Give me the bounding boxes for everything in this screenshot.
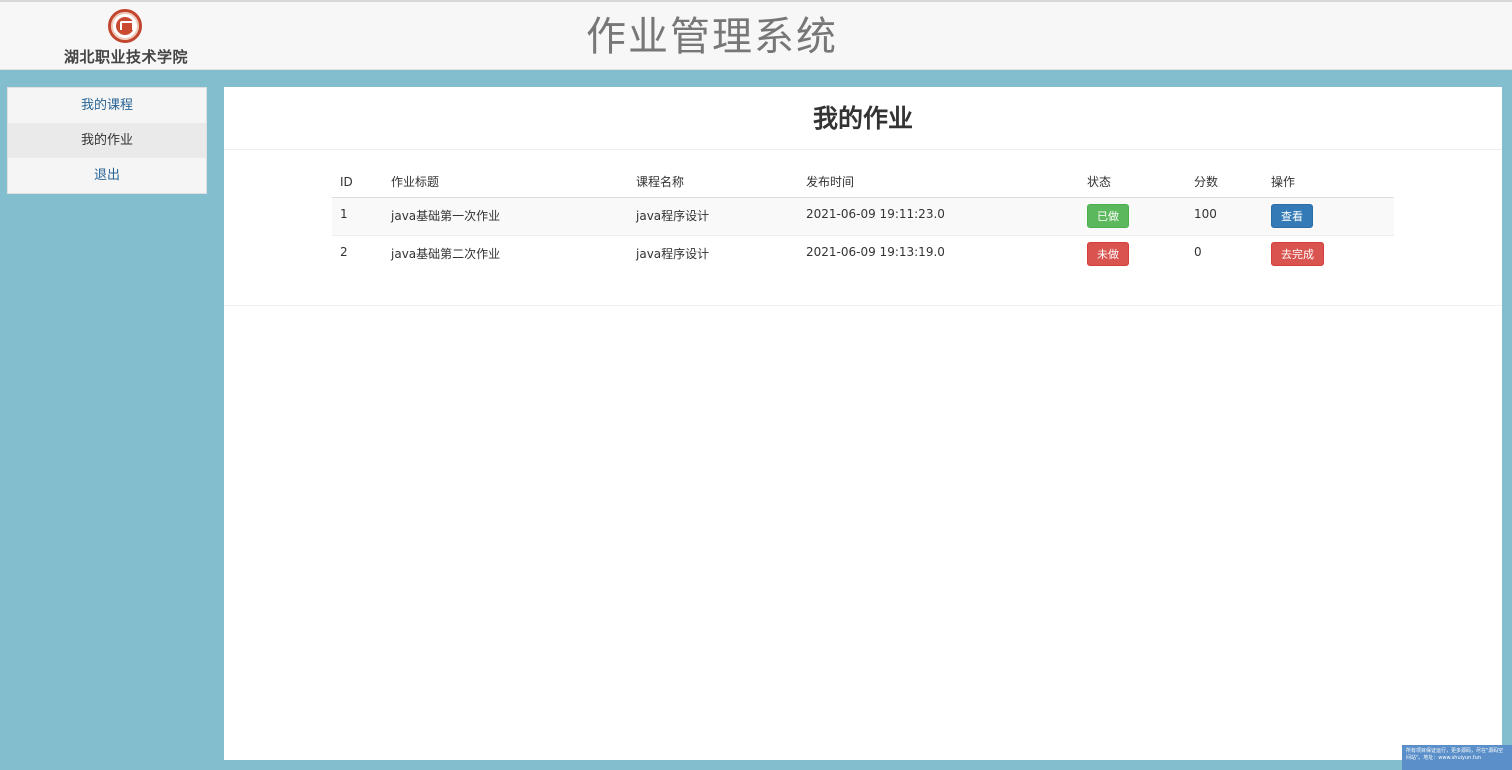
table-header-row: ID 作业标题 课程名称 发布时间 状态 分数 操作: [332, 167, 1394, 198]
app-header: 湖北职业技术学院 作业管理系统: [0, 0, 1512, 70]
column-header-score: 分数: [1186, 167, 1263, 198]
cell-action: 去完成: [1263, 234, 1394, 273]
status-badge-done[interactable]: 已做: [1087, 203, 1129, 228]
column-header-time: 发布时间: [798, 167, 1079, 198]
column-header-id: ID: [332, 167, 383, 198]
school-emblem-icon: [108, 9, 142, 43]
school-logo: 湖北职业技术学院: [62, 8, 190, 66]
page-title: 我的作业: [224, 87, 1502, 150]
sidebar-item-my-courses[interactable]: 我的课程: [8, 88, 206, 123]
column-header-course: 课程名称: [628, 167, 798, 198]
cell-course: java程序设计: [628, 234, 798, 273]
sidebar-item-my-homework[interactable]: 我的作业: [8, 123, 206, 158]
homework-table-container: ID 作业标题 课程名称 发布时间 状态 分数 操作 1 java基础第一次作业…: [332, 167, 1394, 273]
homework-table: ID 作业标题 课程名称 发布时间 状态 分数 操作 1 java基础第一次作业…: [332, 167, 1394, 273]
cell-score: 100: [1186, 196, 1263, 235]
main-panel: 我的作业 ID 作业标题 课程名称 发布时间 状态 分数 操作 1 java基础…: [224, 87, 1502, 760]
column-header-status: 状态: [1079, 167, 1186, 198]
column-header-title: 作业标题: [383, 167, 628, 198]
complete-button[interactable]: 去完成: [1271, 241, 1324, 266]
school-name: 湖北职业技术学院: [63, 48, 188, 66]
cell-status: 已做: [1079, 196, 1186, 235]
cell-status: 未做: [1079, 234, 1186, 273]
cell-id: 2: [332, 234, 383, 273]
table-row: 1 java基础第一次作业 java程序设计 2021-06-09 19:11:…: [332, 196, 1394, 235]
app-title: 作业管理系统: [586, 14, 838, 60]
sidebar-nav: 我的课程 我的作业 退出: [7, 87, 207, 194]
corner-notice: 所有项目保证运行，更多源码，尽在"源码空间站"。地址：www.shuiyun.f…: [1402, 745, 1512, 770]
sidebar-item-logout[interactable]: 退出: [8, 158, 206, 193]
column-header-action: 操作: [1263, 167, 1394, 198]
status-badge-todo[interactable]: 未做: [1087, 241, 1129, 266]
cell-action: 查看: [1263, 196, 1394, 235]
cell-id: 1: [332, 196, 383, 235]
cell-time: 2021-06-09 19:11:23.0: [798, 196, 1079, 235]
view-button[interactable]: 查看: [1271, 203, 1313, 228]
content-divider: [224, 305, 1502, 306]
cell-course: java程序设计: [628, 196, 798, 235]
cell-time: 2021-06-09 19:13:19.0: [798, 234, 1079, 273]
cell-title: java基础第二次作业: [383, 234, 628, 273]
cell-title: java基础第一次作业: [383, 196, 628, 235]
table-row: 2 java基础第二次作业 java程序设计 2021-06-09 19:13:…: [332, 234, 1394, 273]
cell-score: 0: [1186, 234, 1263, 273]
